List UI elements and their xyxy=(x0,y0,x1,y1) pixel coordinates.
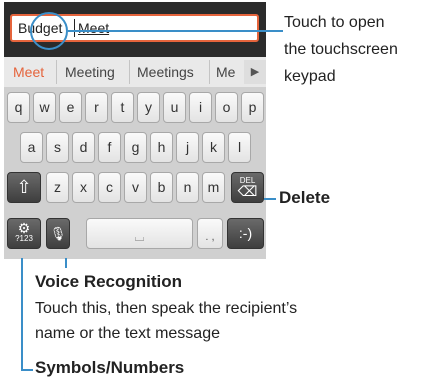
delete-key[interactable]: DEL ⌫ xyxy=(231,172,264,203)
key-p[interactable]: p xyxy=(241,92,264,123)
key-o[interactable]: o xyxy=(215,92,238,123)
key-k[interactable]: k xyxy=(202,132,225,163)
suggestion-divider xyxy=(129,60,130,84)
key-x[interactable]: x xyxy=(72,172,95,203)
key-e[interactable]: e xyxy=(59,92,82,123)
delete-callout-label: Delete xyxy=(279,188,331,207)
symbols-key[interactable]: ⚙ ?123 xyxy=(7,218,41,249)
text-word-meet: Meet xyxy=(78,20,110,36)
punctuation-key[interactable]: . , xyxy=(197,218,223,249)
keypad-callout-line xyxy=(68,30,283,32)
suggestion-item[interactable]: Meeting xyxy=(65,64,115,80)
keypad-callout-line3: keypad xyxy=(284,68,336,85)
voice-callout-line xyxy=(65,258,67,268)
key-u[interactable]: u xyxy=(163,92,186,123)
key-i[interactable]: i xyxy=(189,92,212,123)
key-w[interactable]: w xyxy=(33,92,56,123)
voice-callout-desc2: name or the text message xyxy=(35,325,220,342)
gear-icon: ⚙ xyxy=(17,220,31,236)
key-t[interactable]: t xyxy=(111,92,134,123)
key-z[interactable]: z xyxy=(46,172,69,203)
key-q[interactable]: q xyxy=(7,92,30,123)
key-b[interactable]: b xyxy=(150,172,173,203)
voice-callout-desc1: Touch this, then speak the recipient’s xyxy=(35,300,298,317)
key-g[interactable]: g xyxy=(124,132,147,163)
key-y[interactable]: y xyxy=(137,92,160,123)
key-a[interactable]: a xyxy=(20,132,43,163)
shift-key-icon[interactable]: ⇧ xyxy=(7,172,41,203)
suggestion-divider xyxy=(209,60,210,84)
suggestion-item[interactable]: Me xyxy=(216,64,235,80)
key-f[interactable]: f xyxy=(98,132,121,163)
symbols-callout-line-vertical xyxy=(21,258,23,371)
symbols-callout-label: Symbols/Numbers xyxy=(35,358,185,377)
key-c[interactable]: c xyxy=(98,172,121,203)
key-m[interactable]: m xyxy=(202,172,225,203)
more-suggestions-arrow-icon[interactable]: ▶ xyxy=(244,60,266,84)
key-v[interactable]: v xyxy=(124,172,147,203)
key-n[interactable]: n xyxy=(176,172,199,203)
keypad-callout-line1: Touch to open xyxy=(284,14,385,31)
suggestion-divider xyxy=(56,60,57,84)
symbols-callout-line-horizontal xyxy=(21,369,33,371)
key-s[interactable]: s xyxy=(46,132,69,163)
emoticon-key[interactable]: :-) xyxy=(227,218,264,249)
key-h[interactable]: h xyxy=(150,132,173,163)
suggestion-item[interactable]: Meet xyxy=(13,64,44,80)
voice-callout-title: Voice Recognition xyxy=(35,272,183,291)
key-r[interactable]: r xyxy=(85,92,108,123)
suggestion-strip: Meet Meeting Meetings Me ▶ xyxy=(4,57,266,88)
keypad-callout-line2: the touchscreen xyxy=(284,41,398,58)
touchscreen-keypad: q w e r t y u i o p a s d f g h j k l ⇧ … xyxy=(4,87,266,259)
key-d[interactable]: d xyxy=(72,132,95,163)
symbols-key-label: ?123 xyxy=(15,234,33,243)
key-j[interactable]: j xyxy=(176,132,199,163)
backspace-icon: ⌫ xyxy=(237,183,258,199)
space-bar[interactable]: ⌴ xyxy=(86,218,193,249)
microphone-icon[interactable]: 🎙 xyxy=(46,218,70,249)
delete-callout-line xyxy=(264,198,276,200)
suggestion-item[interactable]: Meetings xyxy=(137,64,194,80)
text-cursor xyxy=(74,19,75,37)
keypad-callout-ring xyxy=(30,12,68,50)
key-l[interactable]: l xyxy=(228,132,251,163)
